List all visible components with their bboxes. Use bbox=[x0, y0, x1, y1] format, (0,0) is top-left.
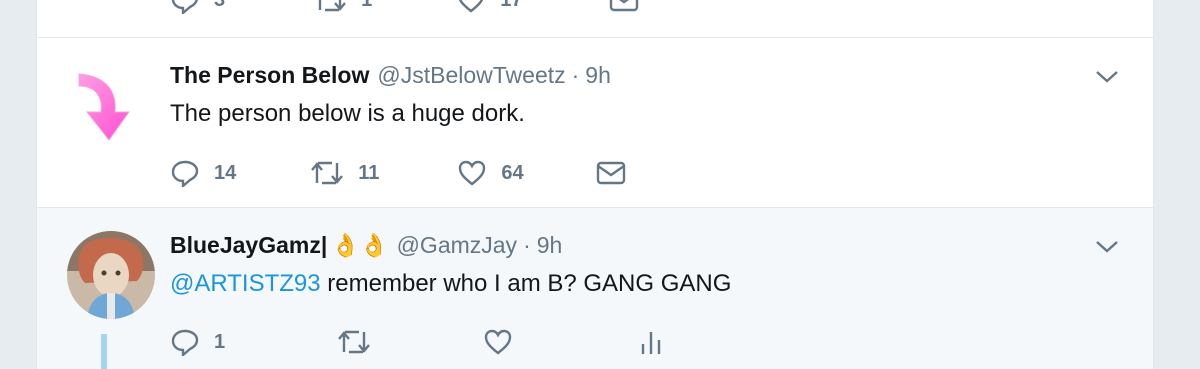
reply-icon bbox=[171, 160, 199, 187]
heart-icon bbox=[459, 0, 484, 13]
display-name[interactable]: BlueJayGamz| bbox=[170, 232, 327, 259]
mention-link[interactable]: @ARTISTZ93 bbox=[170, 270, 321, 297]
reply-button[interactable]: 3 bbox=[170, 0, 225, 14]
user-handle[interactable]: @JstBelowTweetz bbox=[377, 62, 565, 89]
tweet-timestamp[interactable]: 9h bbox=[537, 232, 563, 259]
reply-icon bbox=[171, 329, 199, 356]
avatar[interactable] bbox=[67, 231, 155, 319]
display-name[interactable]: The Person Below bbox=[170, 62, 369, 89]
separator-dot: · bbox=[571, 62, 580, 88]
tweet-actions: 3 1 17 bbox=[170, 0, 639, 14]
retweet-icon bbox=[311, 161, 344, 185]
ok-hand-emoji: 👌👌 bbox=[331, 232, 389, 258]
reply-icon bbox=[171, 0, 198, 14]
tweet[interactable]: The Person Below @JstBelowTweetz · 9h Th… bbox=[37, 38, 1153, 208]
like-count: 17 bbox=[500, 0, 522, 12]
pink-curved-arrow-icon bbox=[78, 73, 130, 141]
reply-button[interactable]: 1 bbox=[170, 328, 225, 356]
envelope-icon bbox=[609, 0, 638, 12]
like-button[interactable] bbox=[483, 328, 513, 356]
retweet-button[interactable] bbox=[337, 328, 371, 356]
tweet-text: The person below is a huge dork. bbox=[170, 100, 525, 127]
reply-count: 1 bbox=[214, 330, 226, 353]
tweet-header: BlueJayGamz| 👌👌 @GamzJay · 9h bbox=[170, 232, 562, 259]
analytics-button[interactable] bbox=[639, 328, 663, 356]
chevron-down-icon[interactable] bbox=[1093, 66, 1121, 86]
tweet-actions: 1 bbox=[170, 328, 663, 356]
tweet-text: @ARTISTZ93 remember who I am B? GANG GAN… bbox=[170, 270, 731, 298]
envelope-icon bbox=[596, 161, 625, 185]
timeline: 3 1 17 bbox=[36, 0, 1154, 369]
retweet-button[interactable]: 11 bbox=[310, 159, 379, 187]
chevron-down-icon[interactable] bbox=[1093, 236, 1121, 256]
like-count: 64 bbox=[501, 161, 524, 184]
user-portrait-image bbox=[67, 231, 155, 319]
thread-line bbox=[101, 334, 107, 369]
retweet-button[interactable]: 1 bbox=[313, 0, 372, 14]
retweet-count: 1 bbox=[361, 0, 372, 12]
bar-chart-icon bbox=[641, 332, 661, 354]
like-button[interactable]: 17 bbox=[456, 0, 523, 14]
separator-dot: · bbox=[523, 232, 531, 258]
retweet-icon bbox=[318, 0, 347, 12]
like-button[interactable]: 64 bbox=[457, 159, 524, 187]
reply-count: 3 bbox=[214, 0, 225, 12]
tweet-actions: 14 11 64 bbox=[170, 159, 626, 187]
retweet-count: 11 bbox=[358, 161, 380, 184]
tweet[interactable]: BlueJayGamz| 👌👌 @GamzJay · 9h @ARTISTZ93… bbox=[37, 208, 1153, 369]
user-handle[interactable]: @GamzJay bbox=[397, 232, 517, 259]
avatar[interactable] bbox=[75, 66, 145, 146]
reply-button[interactable]: 14 bbox=[170, 159, 236, 187]
tweet-timestamp[interactable]: 9h bbox=[585, 62, 611, 89]
retweet-icon bbox=[338, 330, 371, 354]
tweet-text-body: remember who I am B? GANG GANG bbox=[320, 270, 732, 297]
tweet-header: The Person Below @JstBelowTweetz · 9h bbox=[170, 62, 611, 89]
tweet-partial[interactable]: 3 1 17 bbox=[37, 0, 1153, 38]
direct-message-button[interactable] bbox=[596, 161, 626, 185]
direct-message-button[interactable] bbox=[609, 0, 639, 12]
reply-count: 14 bbox=[214, 161, 237, 184]
heart-icon bbox=[459, 160, 486, 186]
heart-icon bbox=[484, 329, 512, 355]
